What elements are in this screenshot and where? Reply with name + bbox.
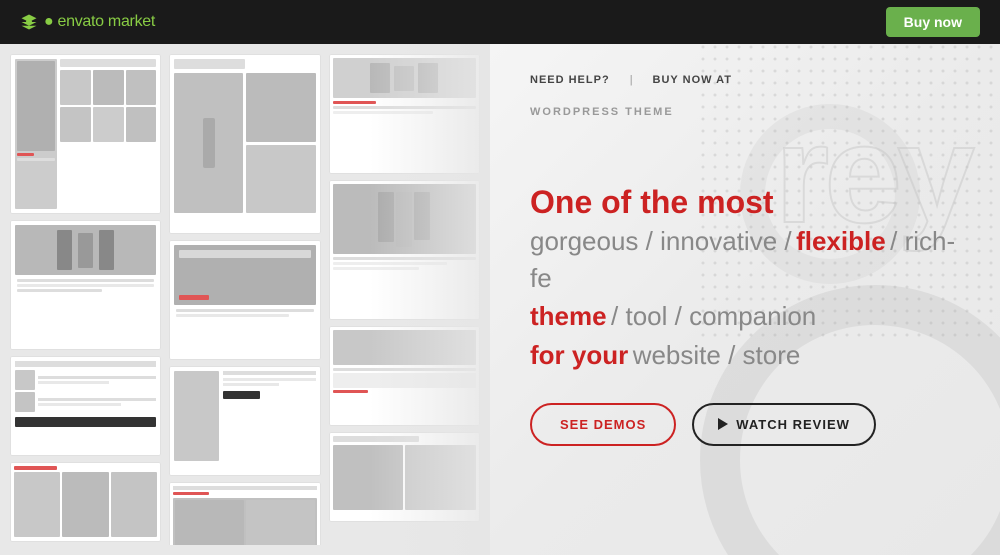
- screenshot-col-1: [10, 54, 161, 545]
- hero-buttons: SEE DEMOS WATCH REVIEW: [530, 403, 960, 446]
- thumb-listing: [10, 356, 161, 456]
- watch-review-button[interactable]: WATCH REVIEW: [692, 403, 876, 446]
- hero-line2-plain: gorgeous / innovative /: [530, 226, 792, 256]
- buy-now-at-link[interactable]: BUY NOW AT: [653, 74, 732, 86]
- hero-content: One of the most gorgeous / innovative / …: [530, 183, 960, 373]
- content-nav-links: NEED HELP? | BUY NOW AT: [530, 74, 960, 86]
- hero-line2: gorgeous / innovative / flexible / rich-…: [530, 223, 960, 296]
- hero-line3-rest: / tool / companion: [611, 301, 816, 331]
- wp-theme-label: WORDPRESS THEME: [530, 106, 960, 118]
- hero-line4: for your website / store: [530, 337, 960, 373]
- content-panel: rey NEED HELP? | BUY NOW AT WORDPRESS TH…: [490, 44, 1000, 555]
- logo[interactable]: ● envato market: [20, 13, 155, 31]
- buy-now-button[interactable]: Buy now: [886, 7, 980, 37]
- hero-line4-rest: website / store: [633, 340, 801, 370]
- thumb-clothing: [10, 220, 161, 350]
- hero-line4-accent: for your: [530, 340, 628, 370]
- screenshot-col-3: [329, 54, 480, 545]
- screenshot-col-2: [169, 54, 320, 545]
- hero-line2-accent: flexible: [796, 226, 886, 256]
- thumb-blog: [329, 180, 480, 320]
- envato-icon: [20, 13, 38, 31]
- top-navigation: ● envato market Buy now: [0, 0, 1000, 44]
- thumb-product-detail: [169, 366, 320, 476]
- nav-separator: |: [630, 74, 633, 86]
- thumb-lookbook: [169, 54, 320, 234]
- thumb-extra2: [169, 482, 320, 545]
- main-wrapper: rey NEED HELP? | BUY NOW AT WORDPRESS TH…: [0, 44, 1000, 555]
- need-help-link[interactable]: NEED HELP?: [530, 74, 610, 86]
- watch-review-label: WATCH REVIEW: [736, 417, 850, 432]
- logo-text: ● envato market: [44, 13, 155, 31]
- hero-line3: theme / tool / companion: [530, 298, 960, 334]
- thumb-editorial: [169, 240, 320, 360]
- thumb-contact: [329, 326, 480, 426]
- hero-line1: One of the most: [530, 183, 960, 221]
- thumb-extra1: [10, 462, 161, 542]
- play-icon: [718, 418, 728, 430]
- thumb-category: [329, 54, 480, 174]
- thumb-extra3: [329, 432, 480, 522]
- screenshots-panel: [0, 44, 490, 555]
- hero-line3-accent: theme: [530, 301, 607, 331]
- screenshots-columns: [0, 44, 490, 555]
- see-demos-button[interactable]: SEE DEMOS: [530, 403, 676, 446]
- thumb-fashion-shop: [10, 54, 161, 214]
